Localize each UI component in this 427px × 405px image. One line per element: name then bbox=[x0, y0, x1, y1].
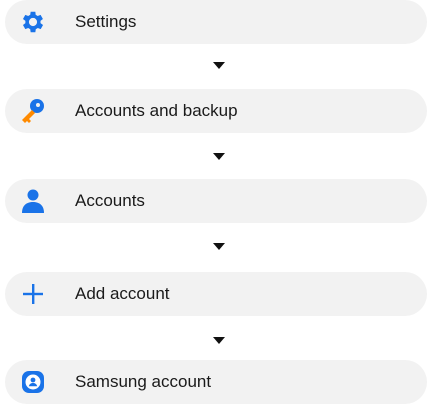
step-accounts[interactable]: Accounts bbox=[5, 179, 427, 223]
samsung-account-icon bbox=[18, 367, 48, 397]
step-settings[interactable]: Settings bbox=[5, 0, 427, 44]
step-samsung-account[interactable]: Samsung account bbox=[5, 360, 427, 404]
step-label: Samsung account bbox=[75, 372, 212, 391]
gear-icon bbox=[18, 7, 48, 37]
person-icon bbox=[18, 186, 48, 216]
down-arrow-icon bbox=[213, 243, 225, 250]
down-arrow-icon bbox=[213, 153, 225, 160]
step-accounts-and-backup[interactable]: Accounts and backup bbox=[5, 89, 427, 133]
step-label: Accounts bbox=[75, 191, 145, 210]
key-icon bbox=[18, 96, 48, 126]
step-add-account[interactable]: Add account bbox=[5, 272, 427, 316]
down-arrow-icon bbox=[213, 337, 225, 344]
plus-icon bbox=[18, 279, 48, 309]
down-arrow-icon bbox=[213, 62, 225, 69]
step-label: Settings bbox=[75, 12, 137, 31]
step-label: Accounts and backup bbox=[75, 101, 238, 120]
step-label: Add account bbox=[75, 284, 170, 303]
